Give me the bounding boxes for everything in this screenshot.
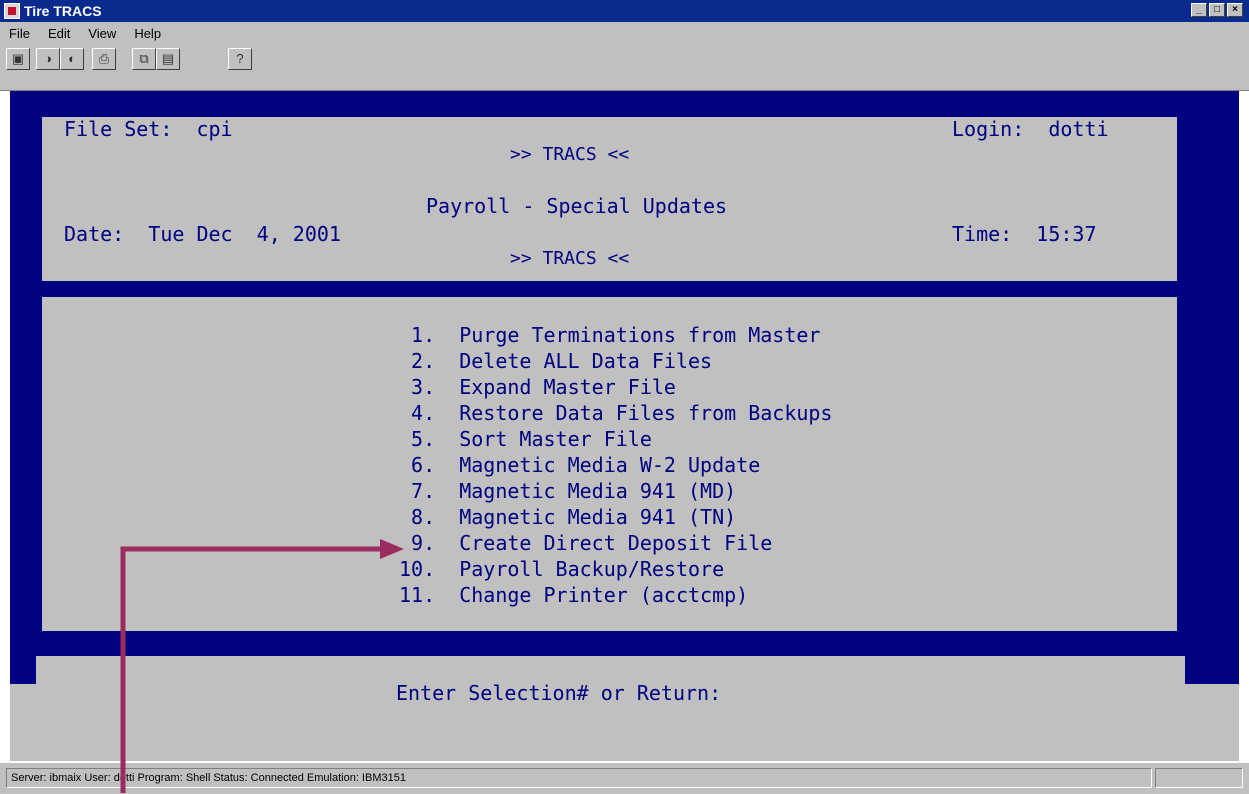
print-icon[interactable]: ⎙ xyxy=(92,48,116,70)
fileset-label: File Set: cpi xyxy=(64,117,233,141)
minimize-button[interactable]: _ xyxy=(1191,3,1207,17)
menu-option-3[interactable]: 3. Expand Master File xyxy=(399,375,676,399)
banner-bottom: >> TRACS << xyxy=(510,248,630,269)
status-text: Server: ibmaix User: dotti Program: Shel… xyxy=(6,768,1152,788)
menu-file[interactable]: File xyxy=(0,26,39,41)
frame-middle-bar xyxy=(10,281,1239,297)
paste-icon[interactable]: ▤ xyxy=(156,48,180,70)
help-icon[interactable]: ? xyxy=(228,48,252,70)
menu-option-10[interactable]: 10. Payroll Backup/Restore xyxy=(399,557,724,581)
frame-left-bar-1 xyxy=(10,117,42,281)
frame-right-bar-3 xyxy=(1185,656,1239,684)
frame-left-bar-3 xyxy=(10,656,36,684)
status-extra-field xyxy=(1155,768,1243,788)
banner-top: >> TRACS << xyxy=(510,144,630,165)
app-icon xyxy=(4,3,20,19)
menu-option-7[interactable]: 7. Magnetic Media 941 (MD) xyxy=(399,479,736,503)
menu-option-6[interactable]: 6. Magnetic Media W-2 Update xyxy=(399,453,760,477)
frame-lower-bar xyxy=(10,631,1239,656)
window-controls: _ □ × xyxy=(1191,3,1243,17)
frame-right-bar-1 xyxy=(1177,117,1239,281)
menu-option-2[interactable]: 2. Delete ALL Data Files xyxy=(399,349,712,373)
menu-edit[interactable]: Edit xyxy=(39,26,79,41)
menu-help[interactable]: Help xyxy=(125,26,170,41)
time-label: Time: 15:37 xyxy=(952,222,1097,246)
menu-option-1[interactable]: 1. Purge Terminations from Master xyxy=(399,323,820,347)
frame-right-bar-2 xyxy=(1177,297,1239,631)
status-bar: Server: ibmaix User: dotti Program: Shel… xyxy=(0,762,1249,794)
close-button[interactable]: × xyxy=(1227,3,1243,17)
menu-option-8[interactable]: 8. Magnetic Media 941 (TN) xyxy=(399,505,736,529)
title-bar: Tire TRACS _ □ × xyxy=(0,0,1249,22)
menu-bar: File Edit View Help xyxy=(0,22,1249,44)
terminal-screen[interactable]: File Set: cpi Login: dotti >> TRACS << P… xyxy=(10,91,1239,761)
disconnect-icon[interactable]: ◑ xyxy=(36,48,60,70)
frame-left-bar-2 xyxy=(10,297,42,631)
login-label: Login: dotti xyxy=(952,117,1109,141)
date-label: Date: Tue Dec 4, 2001 xyxy=(64,222,341,246)
toolbar: ▣ ◑ ◐ ⎙ ⧉ ▤ ? xyxy=(0,44,1249,91)
maximize-button[interactable]: □ xyxy=(1209,3,1225,17)
menu-option-5[interactable]: 5. Sort Master File xyxy=(399,427,652,451)
connect-icon[interactable]: ◐ xyxy=(60,48,84,70)
screen-title: Payroll - Special Updates xyxy=(426,194,728,218)
menu-option-9[interactable]: 9. Create Direct Deposit File xyxy=(399,531,772,555)
selection-prompt[interactable]: Enter Selection# or Return: xyxy=(396,681,721,705)
window-title: Tire TRACS xyxy=(24,3,102,19)
properties-icon[interactable]: ▣ xyxy=(6,48,30,70)
menu-option-4[interactable]: 4. Restore Data Files from Backups xyxy=(399,401,832,425)
copy-icon[interactable]: ⧉ xyxy=(132,48,156,70)
menu-option-11[interactable]: 11. Change Printer (acctcmp) xyxy=(399,583,748,607)
frame-top-bar xyxy=(10,91,1239,117)
menu-view[interactable]: View xyxy=(79,26,125,41)
